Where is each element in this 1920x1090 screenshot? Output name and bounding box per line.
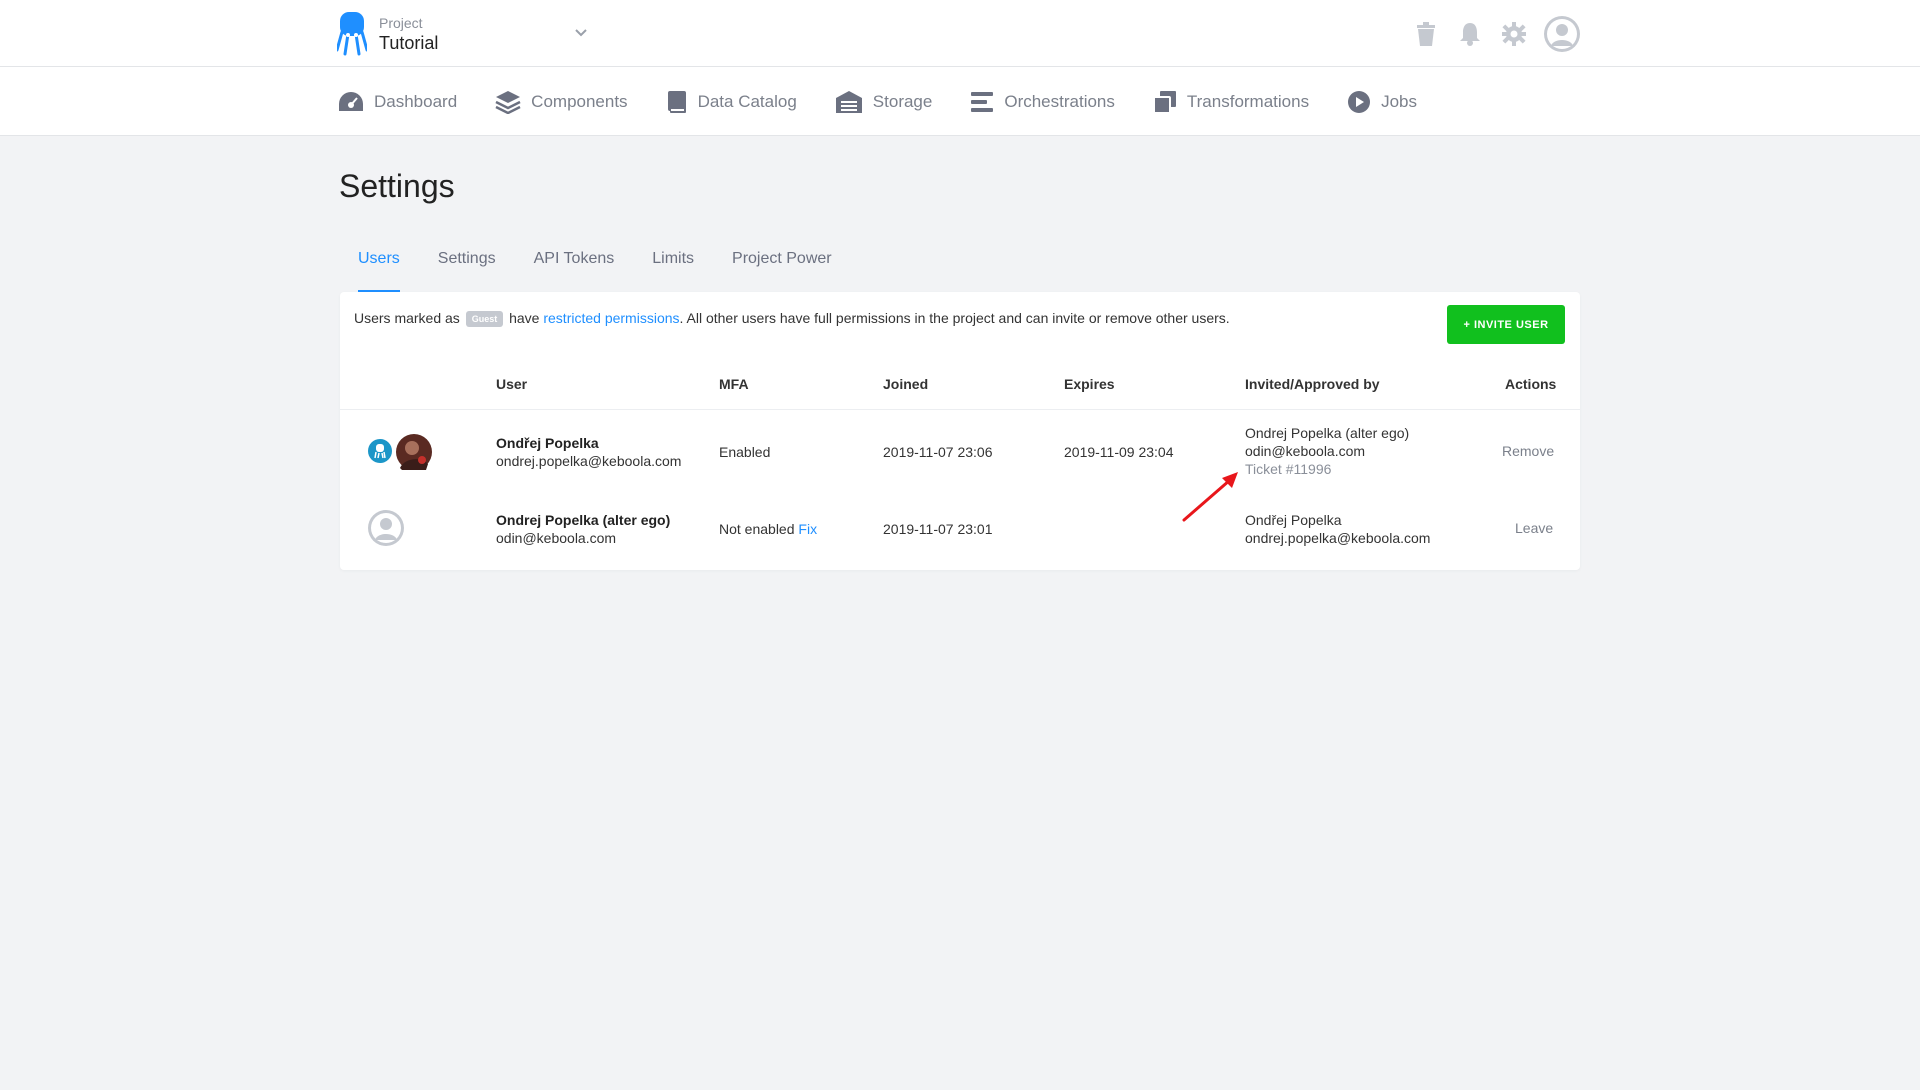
top-bar: Project Tutorial: [0, 0, 1920, 67]
warehouse-icon: [835, 90, 862, 113]
nav-label: Dashboard: [374, 91, 458, 111]
nav-label: Data Catalog: [697, 91, 797, 111]
chevron-down-icon[interactable]: [573, 24, 589, 40]
tab-project-power[interactable]: Project Power: [713, 246, 851, 292]
mfa-status: Enabled: [719, 444, 771, 460]
tab-settings[interactable]: Settings: [419, 246, 515, 292]
user-name: Ondrej Popelka (alter ego): [496, 512, 671, 528]
layers-icon: [495, 90, 521, 114]
nav-label: Jobs: [1381, 91, 1417, 111]
ticket-reference: Ticket #11996: [1245, 461, 1332, 477]
mfa-fix-link[interactable]: Fix: [798, 521, 817, 537]
invited-by-name: Ondrej Popelka (alter ego): [1245, 425, 1410, 441]
info-text: . All other users have full permissions …: [679, 310, 1230, 326]
copy-icon: [1152, 90, 1176, 114]
settings-tabs: Users Settings API Tokens Limits Project…: [339, 246, 851, 292]
expires-date: 2019-11-09 23:04: [1064, 444, 1174, 460]
user-name: Ondřej Popelka: [496, 435, 599, 451]
column-header-actions: Actions: [1505, 376, 1557, 392]
remove-button[interactable]: Remove: [1502, 443, 1554, 459]
invite-user-button[interactable]: + INVITE USER: [1447, 305, 1565, 344]
avatar: [368, 510, 404, 546]
nav-label: Transformations: [1186, 91, 1310, 111]
invited-by-email: ondrej.popelka@keboola.com: [1245, 530, 1431, 546]
joined-date: 2019-11-07 23:01: [883, 521, 993, 537]
nav-storage[interactable]: Storage: [835, 90, 933, 114]
invited-by-email: odin@keboola.com: [1245, 443, 1366, 459]
tab-limits[interactable]: Limits: [633, 246, 713, 292]
guest-badge: Guest: [465, 311, 504, 328]
column-header-invited: Invited/Approved by: [1245, 376, 1380, 392]
header-divider: [340, 409, 1580, 410]
permissions-info: Users marked as Guest have restricted pe…: [354, 310, 1230, 328]
restricted-permissions-link[interactable]: restricted permissions: [543, 310, 679, 326]
nav-jobs[interactable]: Jobs: [1347, 90, 1417, 114]
tab-api-tokens[interactable]: API Tokens: [515, 246, 634, 292]
column-header-user: User: [496, 376, 528, 392]
nav-label: Storage: [872, 91, 933, 111]
user-avatar[interactable]: [1543, 15, 1581, 53]
nav-transformations[interactable]: Transformations: [1152, 90, 1310, 114]
keboola-guest-icon: [368, 439, 392, 463]
trash-icon[interactable]: [1411, 17, 1441, 51]
users-card: Users marked as Guest have restricted pe…: [340, 292, 1580, 570]
column-header-joined: Joined: [883, 376, 929, 392]
joined-date: 2019-11-07 23:06: [883, 444, 993, 460]
annotation-arrow-icon: [1182, 472, 1238, 522]
nav-label: Components: [531, 91, 628, 111]
project-label: Project: [379, 15, 423, 31]
nav-label: Orchestrations: [1004, 91, 1115, 111]
dashboard-icon: [339, 91, 363, 111]
bars-icon: [971, 91, 994, 112]
user-email: ondrej.popelka@keboola.com: [496, 453, 682, 469]
nav-components[interactable]: Components: [495, 90, 628, 114]
avatar: [396, 434, 432, 470]
gear-icon[interactable]: [1499, 17, 1529, 51]
tab-users[interactable]: Users: [339, 246, 419, 292]
leave-button[interactable]: Leave: [1515, 520, 1553, 536]
invited-by-name: Ondřej Popelka: [1245, 512, 1342, 528]
nav-orchestrations[interactable]: Orchestrations: [970, 91, 1115, 113]
user-email: odin@keboola.com: [496, 530, 617, 546]
main-navigation: Dashboard Components Data Catalog Storag…: [0, 67, 1920, 136]
keboola-logo-icon[interactable]: [337, 12, 367, 56]
play-circle-icon: [1348, 90, 1371, 113]
nav-dashboard[interactable]: Dashboard: [338, 91, 457, 113]
page-title: Settings: [339, 168, 455, 204]
info-text: have: [509, 310, 540, 326]
mfa-status: Not enabled: [719, 521, 795, 537]
nav-data-catalog[interactable]: Data Catalog: [666, 90, 797, 114]
column-header-expires: Expires: [1064, 376, 1115, 392]
project-name[interactable]: Tutorial: [379, 33, 438, 54]
book-icon: [667, 90, 686, 113]
info-text: Users marked as: [354, 310, 460, 326]
bell-icon[interactable]: [1455, 17, 1485, 51]
column-header-mfa: MFA: [719, 376, 749, 392]
